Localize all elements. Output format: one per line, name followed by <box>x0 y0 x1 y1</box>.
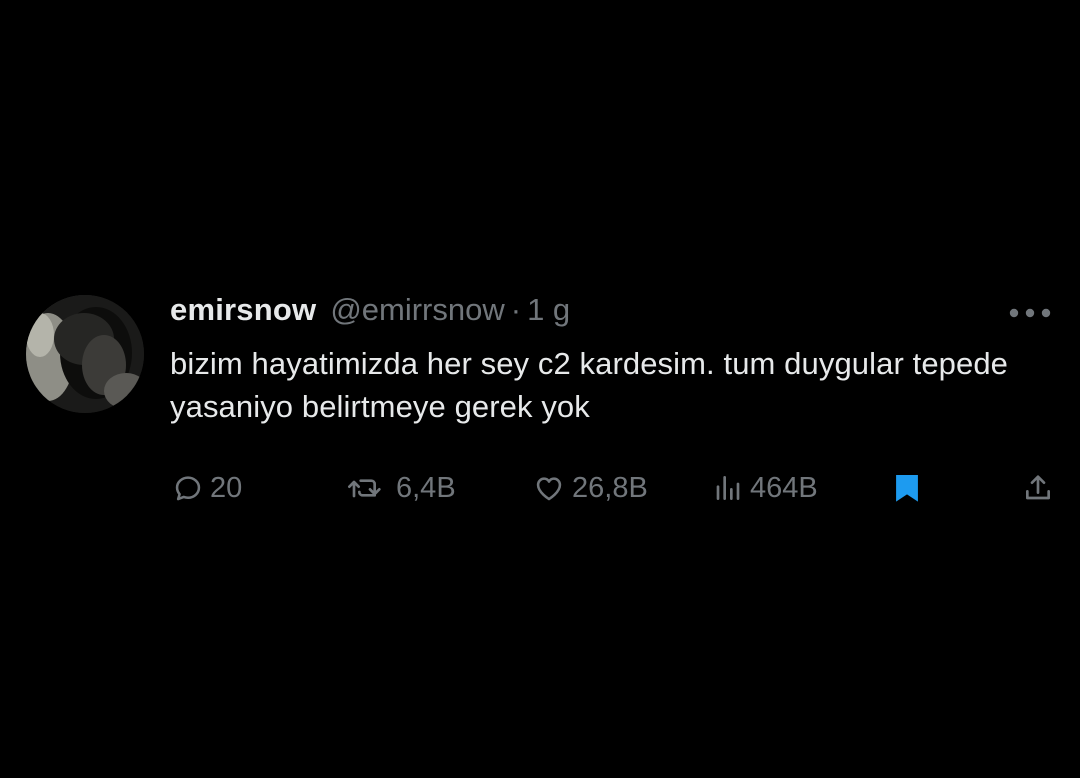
like-count: 26,8B <box>572 471 648 504</box>
tweet-card[interactable]: emirsnow @emirrsnow · 1 g bizim hayatimi… <box>24 290 1060 530</box>
reply-count: 20 <box>210 471 243 504</box>
heart-icon <box>536 477 562 501</box>
more-icon <box>1009 308 1051 318</box>
views-icon <box>716 476 740 500</box>
tweet-header: emirsnow @emirrsnow · 1 g <box>170 290 1060 336</box>
retweet-count: 6,4B <box>396 471 456 504</box>
bookmark-icon <box>896 475 918 502</box>
retweet-icon <box>348 479 381 498</box>
tweet-text: bizim hayatimizda her sey c2 kardesim. t… <box>170 346 1009 424</box>
page: emirsnow @emirrsnow · 1 g bizim hayatimi… <box>0 0 1080 778</box>
display-name[interactable]: emirsnow <box>170 292 316 328</box>
share-button[interactable] <box>1022 468 1054 508</box>
user-handle[interactable]: @emirrsnow <box>330 292 504 328</box>
views-button[interactable]: 464B <box>712 468 818 508</box>
separator-dot: · <box>510 292 522 327</box>
retweet-button[interactable]: 6,4B <box>346 468 456 508</box>
tweet-actions: 20 6,4B 26,8B 464B <box>170 468 1050 508</box>
like-button[interactable]: 26,8B <box>532 468 648 508</box>
share-icon <box>1026 475 1050 500</box>
timestamp[interactable]: 1 g <box>527 292 570 328</box>
avatar-image <box>26 295 144 413</box>
tweet-content: emirsnow @emirrsnow · 1 g bizim hayatimi… <box>170 290 1060 504</box>
avatar[interactable] <box>26 295 144 413</box>
reply-icon <box>175 476 201 501</box>
views-count: 464B <box>750 471 818 504</box>
reply-button[interactable]: 20 <box>172 468 242 508</box>
bookmark-button[interactable] <box>892 468 922 508</box>
more-button[interactable] <box>1008 306 1052 318</box>
